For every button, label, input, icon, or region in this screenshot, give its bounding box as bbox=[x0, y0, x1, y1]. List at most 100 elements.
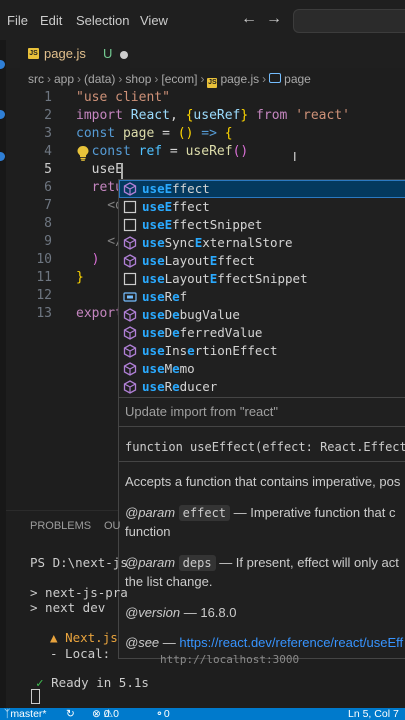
line-number: 8 bbox=[44, 216, 52, 231]
suggestion-item[interactable]: useLayoutEffect bbox=[119, 252, 405, 270]
chevron-right-icon: › bbox=[77, 72, 82, 86]
terminal-prompt: PS D:\next-js bbox=[30, 555, 128, 570]
method-cube-icon bbox=[123, 308, 137, 322]
param-effect-cont: function bbox=[125, 524, 171, 539]
line-number: 13 bbox=[36, 306, 52, 321]
suggestion-item[interactable]: useEffectSnippet bbox=[119, 216, 405, 234]
activity-badge bbox=[0, 110, 5, 119]
code-token: () bbox=[177, 126, 194, 141]
code-token: const bbox=[76, 126, 123, 141]
mouse-ibeam-icon: I bbox=[293, 150, 297, 164]
text-cursor bbox=[121, 163, 123, 180]
version-tag: @version bbox=[125, 605, 181, 620]
menu-selection[interactable]: Selection bbox=[76, 13, 129, 28]
code-token: React bbox=[130, 108, 170, 123]
tab-page-js[interactable]: JS page.js U bbox=[20, 40, 130, 68]
breadcrumb-item[interactable]: [ecom] bbox=[161, 72, 197, 86]
warning-count: 0 bbox=[113, 708, 119, 720]
unsaved-dot-icon[interactable] bbox=[120, 51, 128, 59]
back-arrow-icon[interactable]: ← bbox=[241, 10, 257, 28]
code-token: page bbox=[122, 126, 155, 141]
ports-count: 0 bbox=[163, 708, 170, 720]
code-line: import React, {useRef} from 'react' bbox=[76, 108, 350, 123]
chevron-right-icon: › bbox=[200, 72, 205, 86]
breadcrumb-item[interactable]: page bbox=[284, 72, 311, 86]
code-line: retu bbox=[76, 180, 123, 195]
breadcrumb-item[interactable]: page.js bbox=[220, 72, 259, 86]
code-line: </ bbox=[76, 234, 123, 249]
see-tag: @see bbox=[125, 635, 160, 650]
code-line: const ref = useRef() bbox=[76, 144, 249, 159]
line-number: 2 bbox=[44, 108, 52, 123]
suggestion-item[interactable]: useReducer bbox=[119, 378, 405, 396]
local-url[interactable]: http://localhost:3000 bbox=[160, 653, 299, 666]
code-token: { bbox=[224, 126, 233, 141]
code-token: ref bbox=[138, 144, 163, 159]
code-token: useRef bbox=[185, 144, 233, 159]
activity-bar bbox=[0, 40, 6, 720]
line-number: 3 bbox=[44, 126, 52, 141]
param-name: effect bbox=[178, 505, 231, 521]
suggestion-item[interactable]: useEffect bbox=[119, 180, 405, 198]
breadcrumb-item[interactable]: shop bbox=[125, 72, 151, 86]
suggestion-item[interactable]: useLayoutEffectSnippet bbox=[119, 270, 405, 288]
code-line: } bbox=[76, 270, 84, 285]
suggestion-item[interactable]: useDebugValue bbox=[119, 306, 405, 324]
line-number: 5 bbox=[44, 162, 52, 177]
code-token: retu bbox=[76, 180, 123, 195]
suggestion-label: useRef bbox=[142, 289, 188, 304]
ready-text: Ready in 5.1s bbox=[51, 675, 149, 690]
menu-edit[interactable]: Edit bbox=[40, 13, 62, 28]
line-number: 7 bbox=[44, 198, 52, 213]
code-token: "use client" bbox=[76, 90, 170, 105]
breadcrumb-item[interactable]: src bbox=[28, 72, 44, 86]
suggestion-item[interactable]: useMemo bbox=[119, 360, 405, 378]
suggestion-item[interactable]: useInsertionEffect bbox=[119, 342, 405, 360]
tab-problems[interactable]: PROBLEMS bbox=[30, 520, 91, 532]
lightbulb-icon[interactable] bbox=[76, 145, 90, 161]
cursor-position[interactable]: Ln 5, Col 7 bbox=[348, 708, 399, 720]
ports-indicator[interactable]: ⚬ 0 bbox=[155, 708, 170, 720]
suggestion-label: useEffect bbox=[142, 199, 210, 214]
suggestion-item[interactable]: useSyncExternalStore bbox=[119, 234, 405, 252]
chevron-right-icon: › bbox=[262, 72, 267, 86]
suggestion-item[interactable]: useDeferredValue bbox=[119, 324, 405, 342]
snippet-square-icon bbox=[123, 272, 137, 286]
symbol-variable-icon bbox=[269, 73, 282, 83]
javascript-file-icon: JS bbox=[28, 48, 39, 59]
activity-badge bbox=[0, 152, 5, 161]
tab-output[interactable]: OU bbox=[104, 520, 121, 532]
suggestion-label: useEffectSnippet bbox=[142, 217, 263, 232]
branch-name: master* bbox=[10, 708, 47, 720]
command-center-search[interactable] bbox=[293, 9, 405, 33]
sync-icon[interactable]: ↻ bbox=[66, 708, 75, 720]
code-line: "use client" bbox=[76, 90, 170, 105]
code-line: ) bbox=[76, 252, 100, 267]
tab-git-status: U bbox=[103, 46, 113, 61]
suggestion-label: useLayoutEffect bbox=[142, 253, 255, 268]
method-cube-icon bbox=[123, 236, 137, 250]
breadcrumb-item[interactable]: app bbox=[54, 72, 74, 86]
suggestion-item[interactable]: useEffect bbox=[119, 198, 405, 216]
terminal-line: > next-js-pra bbox=[30, 585, 128, 600]
suggestion-item[interactable]: useRef bbox=[119, 288, 405, 306]
branch-indicator[interactable]: ᛉ master* bbox=[4, 708, 47, 720]
breadcrumb-item[interactable]: (data) bbox=[84, 72, 115, 86]
problems-indicator[interactable]: ⊗ 0 ⚠ 0 bbox=[92, 708, 119, 720]
menu-view[interactable]: View bbox=[140, 13, 168, 28]
suggestion-details: Update import from "react" function useE… bbox=[118, 397, 405, 659]
code-token: = bbox=[162, 144, 186, 159]
chevron-right-icon: › bbox=[47, 72, 51, 86]
version-tag-line: @version — 16.8.0 bbox=[125, 605, 236, 620]
divider bbox=[119, 461, 405, 462]
suggestion-label: useMemo bbox=[142, 361, 195, 376]
suggestion-label: useDebugValue bbox=[142, 307, 240, 322]
code-line: useE bbox=[76, 162, 123, 177]
forward-arrow-icon[interactable]: → bbox=[266, 10, 282, 28]
docs-link[interactable]: https://react.dev/reference/react/useEff bbox=[179, 635, 403, 650]
suggestion-label: useLayoutEffectSnippet bbox=[142, 271, 308, 286]
suggestion-label: useSyncExternalStore bbox=[142, 235, 293, 250]
editor-tab-bar: JS page.js U bbox=[6, 40, 405, 68]
javascript-file-icon: JS bbox=[207, 78, 218, 88]
menu-file[interactable]: File bbox=[7, 13, 28, 28]
